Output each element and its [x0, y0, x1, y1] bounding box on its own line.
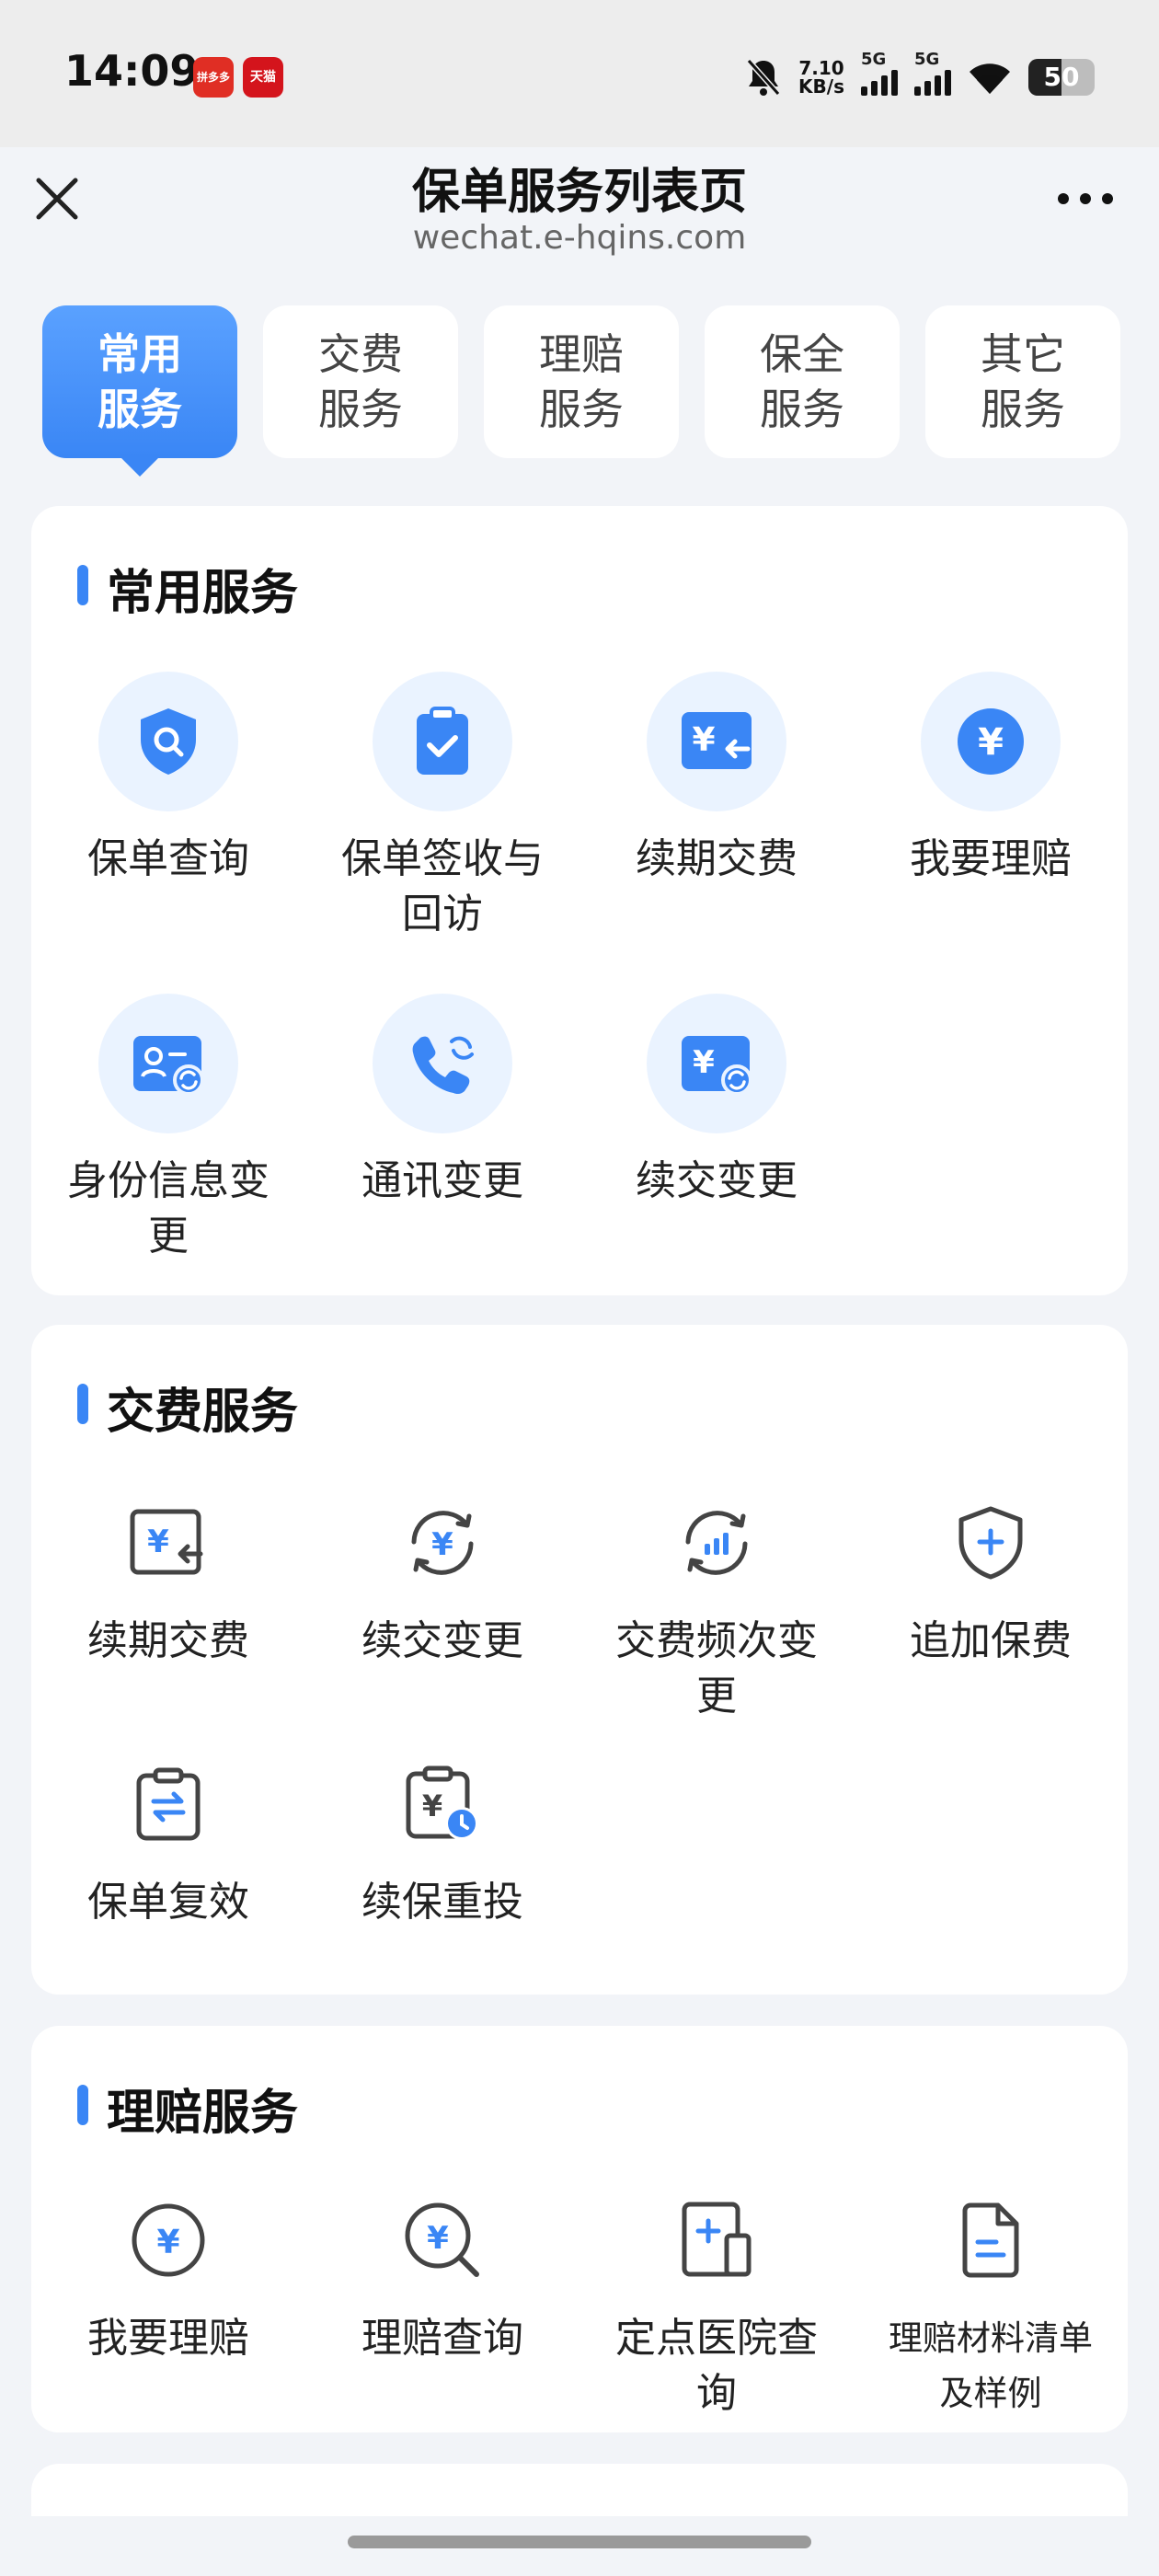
status-bar: 14:09 拼多多 天猫 7.10 KB/s 5G 5G 50 — [0, 0, 1159, 147]
net-speed: 7.10 KB/s — [798, 57, 844, 98]
id-card-refresh-icon — [133, 1036, 204, 1096]
hospital-doc-icon — [682, 2202, 752, 2277]
svg-text:¥: ¥ — [431, 1526, 453, 1563]
svg-text:¥: ¥ — [147, 1524, 169, 1560]
service-designated-hospital[interactable]: 定点医院查询 — [580, 2190, 854, 2421]
yuan-cycle-icon: ¥ — [411, 1511, 474, 1575]
wifi-icon — [970, 63, 1010, 94]
yuan-return-icon: ¥ — [682, 712, 752, 769]
shield-plus-icon — [958, 1506, 1023, 1580]
payment-services-card: 交费服务 ¥ 续期交费 ¥ 续交变更 交费频次变更 追加保费 保单复效 ¥ 续保… — [31, 1325, 1128, 1995]
page-url: wechat.e-hqins.com — [412, 219, 747, 257]
service-policy-reinstatement[interactable]: 保单复效 — [31, 1754, 305, 1930]
svg-text:¥: ¥ — [427, 2220, 449, 2257]
claims-services-card: 理赔服务 ¥ 我要理赔 ¥ 理赔查询 定点医院查询 理赔材料清单及样例 — [31, 2026, 1128, 2432]
tab-other-services[interactable]: 其它 服务 — [925, 305, 1120, 458]
yuan-circle-outline-icon: ¥ — [132, 2203, 205, 2277]
page-content: 常用 服务 交费 服务 理赔 服务 保全 服务 其它 服务 常用服务 保单查询 — [0, 276, 1159, 2516]
yuan-refresh-icon: ¥ — [682, 1036, 752, 1096]
yuan-return-icon: ¥ — [130, 1509, 203, 1575]
status-time: 14:09 — [64, 46, 200, 96]
service-renewal-payment[interactable]: ¥ 续期交费 — [31, 1492, 305, 1669]
yuan-search-icon: ¥ — [405, 2202, 479, 2277]
service-payment-frequency-change[interactable]: 交费频次变更 — [580, 1492, 854, 1724]
clipboard-swap-icon — [136, 1767, 201, 1841]
signal-icon: 5G — [914, 50, 951, 96]
service-continuation-change[interactable]: ¥ 续交变更 — [305, 1492, 580, 1669]
clipboard-check-icon — [417, 707, 468, 775]
section-title: 常用服务 — [77, 554, 298, 623]
signal-icon: 5G — [861, 50, 898, 96]
tab-payment-services[interactable]: 交费 服务 — [263, 305, 458, 458]
svg-text:¥: ¥ — [978, 721, 1004, 764]
tab-policy-maintenance[interactable]: 保全 服务 — [705, 305, 900, 458]
yuan-circle-icon: ¥ — [958, 708, 1024, 775]
service-claim-materials[interactable]: 理赔材料清单及样例 — [854, 2190, 1128, 2421]
service-contact-change[interactable]: 通讯变更 — [305, 994, 580, 1209]
service-identity-change[interactable]: 身份信息变更 — [31, 994, 305, 1264]
service-policy-receipt[interactable]: 保单签收与回访 — [305, 672, 580, 942]
pinduoduo-icon: 拼多多 — [193, 57, 234, 98]
bell-muted-icon — [746, 59, 781, 96]
tab-claim-services[interactable]: 理赔 服务 — [484, 305, 679, 458]
phone-refresh-icon — [412, 1036, 474, 1095]
status-indicators: 7.10 KB/s 5G 5G 50 — [745, 50, 1095, 103]
svg-text:¥: ¥ — [692, 721, 715, 759]
service-renewal-reinvest[interactable]: ¥ 续保重投 — [305, 1754, 580, 1930]
section-title: 交费服务 — [77, 1373, 298, 1442]
service-continuation-change[interactable]: ¥ 续交变更 — [580, 994, 854, 1209]
service-claim-query[interactable]: ¥ 理赔查询 — [305, 2190, 580, 2366]
tmall-icon: 天猫 — [243, 57, 283, 98]
service-additional-premium[interactable]: 追加保费 — [854, 1492, 1128, 1669]
page-title: 保单服务列表页 — [411, 165, 747, 220]
service-file-claim[interactable]: ¥ 我要理赔 — [31, 2190, 305, 2366]
tab-common-services[interactable]: 常用 服务 — [42, 305, 237, 477]
service-file-claim[interactable]: ¥ 我要理赔 — [854, 672, 1128, 887]
service-policy-query[interactable]: 保单查询 — [31, 672, 305, 887]
section-title: 理赔服务 — [77, 2074, 298, 2143]
chart-cycle-icon — [685, 1511, 748, 1575]
service-renewal-payment[interactable]: ¥ 续期交费 — [580, 672, 854, 887]
shield-search-icon — [141, 708, 196, 775]
common-services-card: 常用服务 保单查询 保单签收与回访 ¥ 续期交费 ¥ 我要理赔 身份信息变更 通… — [31, 506, 1128, 1295]
service-tabs: 常用 服务 交费 服务 理赔 服务 保全 服务 其它 服务 — [42, 305, 1120, 477]
document-list-icon — [962, 2202, 1019, 2278]
svg-text:¥: ¥ — [156, 2224, 179, 2261]
clipboard-clock-icon: ¥ — [406, 1765, 478, 1840]
battery-icon: 50 — [1028, 59, 1095, 96]
home-indicator[interactable] — [348, 2536, 811, 2548]
svg-text:¥: ¥ — [422, 1788, 442, 1823]
next-services-card — [31, 2464, 1128, 2516]
svg-text:¥: ¥ — [693, 1044, 715, 1081]
more-options-icon[interactable] — [1058, 193, 1113, 204]
